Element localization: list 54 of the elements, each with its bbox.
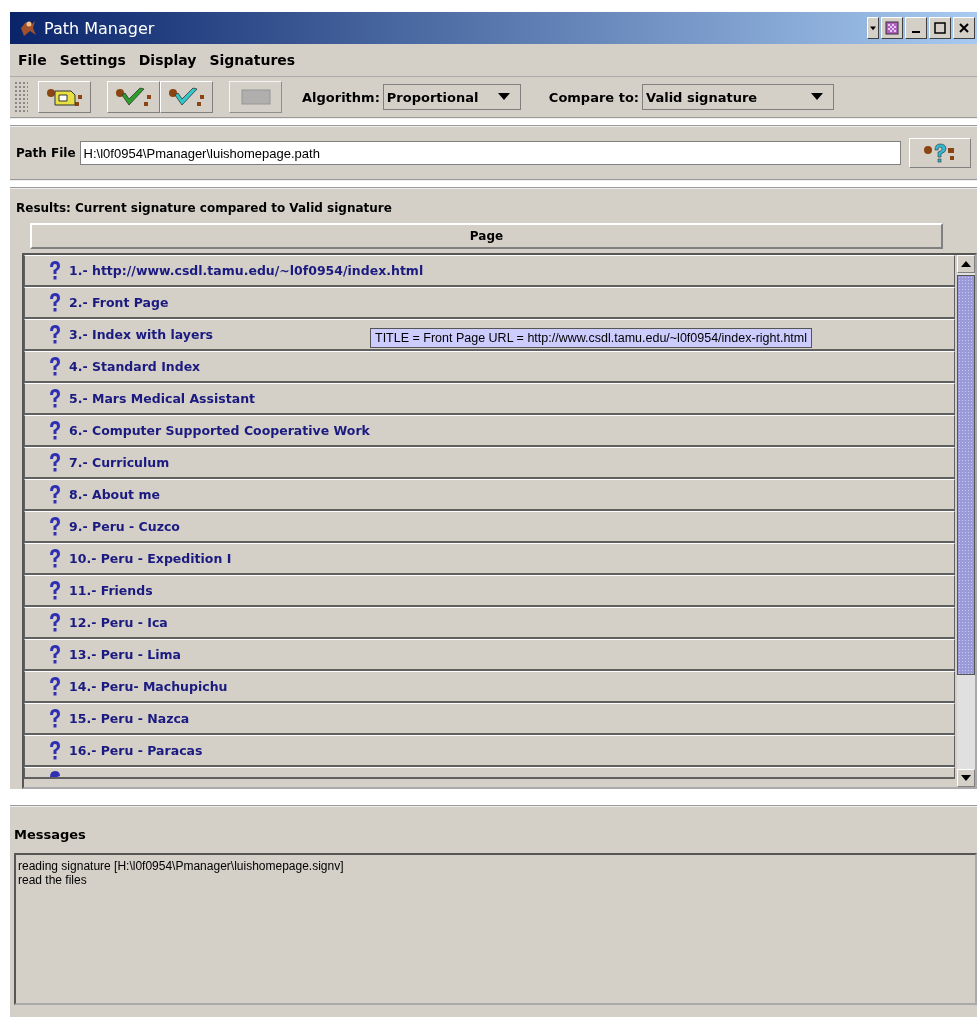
page-row[interactable]: 14.- Peru- Machupichu [24, 671, 955, 703]
message-line: read the files [18, 873, 88, 887]
compare-label: Compare to: [548, 89, 640, 105]
page-row[interactable]: 13.- Peru - Lima [24, 639, 955, 671]
compare-dropdown[interactable]: Valid signature [642, 84, 835, 110]
close-icon [957, 21, 971, 35]
dropdown-arrow-icon [811, 93, 824, 101]
help-button[interactable] [909, 138, 971, 168]
results-title: Results: Current signature compared to Valid signature [16, 201, 393, 217]
page-row[interactable]: 16.- Peru - Paracas [24, 735, 955, 767]
page-row[interactable]: 8.- About me [24, 479, 955, 511]
page-row[interactable]: 12.- Peru - Ica [24, 607, 955, 639]
window-title: Path Manager [44, 18, 156, 38]
page-row[interactable]: 11.- Friends [24, 575, 955, 607]
palette-button[interactable] [881, 17, 903, 39]
page-row[interactable]: 5.- Mars Medical Assistant [24, 383, 955, 415]
folder-button[interactable] [38, 81, 91, 113]
page-row[interactable]: 4.- Standard Index [24, 351, 955, 383]
algorithm-label: Algorithm: [302, 89, 380, 105]
maximize-icon [933, 21, 947, 35]
algorithm-dropdown[interactable]: Proportional [382, 84, 521, 110]
page-row[interactable]: 6.- Computer Supported Cooperative Work [24, 415, 955, 447]
up-arrow-icon [961, 261, 971, 267]
tooltip: TITLE = Front Page URL = http://www.csdl.tamu.edu/~l0f0954/index-right.html [370, 328, 813, 348]
minimize-icon [912, 31, 920, 33]
path-file-label: Path File [16, 146, 76, 160]
menu-item[interactable]: Display [138, 52, 197, 68]
page-row[interactable]: 1.- http://www.csdl.tamu.edu/~l0f0954/index.html [24, 255, 955, 287]
dropdown-arrow-icon [497, 93, 510, 101]
checkmark-icon [166, 85, 207, 109]
page-row[interactable]: 9.- Peru - Cuzco [24, 511, 955, 543]
checkmark-icon [113, 85, 154, 109]
caret-icon [870, 25, 876, 31]
menu-item[interactable]: File [18, 52, 47, 68]
page-row[interactable]: 15.- Peru - Nazca [24, 703, 955, 735]
page-row[interactable]: 2.- Front Page [24, 287, 955, 319]
page-row[interactable]: 10.- Peru - Expedition I [24, 543, 955, 575]
check-button[interactable] [160, 81, 213, 113]
menu-item[interactable]: Signatures [209, 52, 296, 68]
maximize-button[interactable] [929, 17, 951, 39]
scrollbar[interactable] [957, 255, 975, 787]
path-file-field[interactable]: H:\l0f0954\Pmanager\luishomepage.path [79, 141, 901, 165]
message-line: reading signature [H:\l0f0954\Pmanager\luishomepage.signv] [18, 859, 345, 873]
messages-title: Messages [14, 827, 87, 844]
menu-caret-button[interactable] [867, 17, 879, 39]
menu-item[interactable]: Settings [59, 52, 126, 68]
check-button[interactable] [107, 81, 160, 113]
column-header[interactable]: Page [30, 223, 943, 249]
page-row[interactable]: 7.- Curriculum [24, 447, 955, 479]
toolbar-grip[interactable] [14, 81, 28, 113]
down-arrow-icon [961, 775, 971, 781]
close-button[interactable] [953, 17, 975, 39]
grid-icon [885, 21, 899, 35]
minimize-button[interactable] [905, 17, 927, 39]
